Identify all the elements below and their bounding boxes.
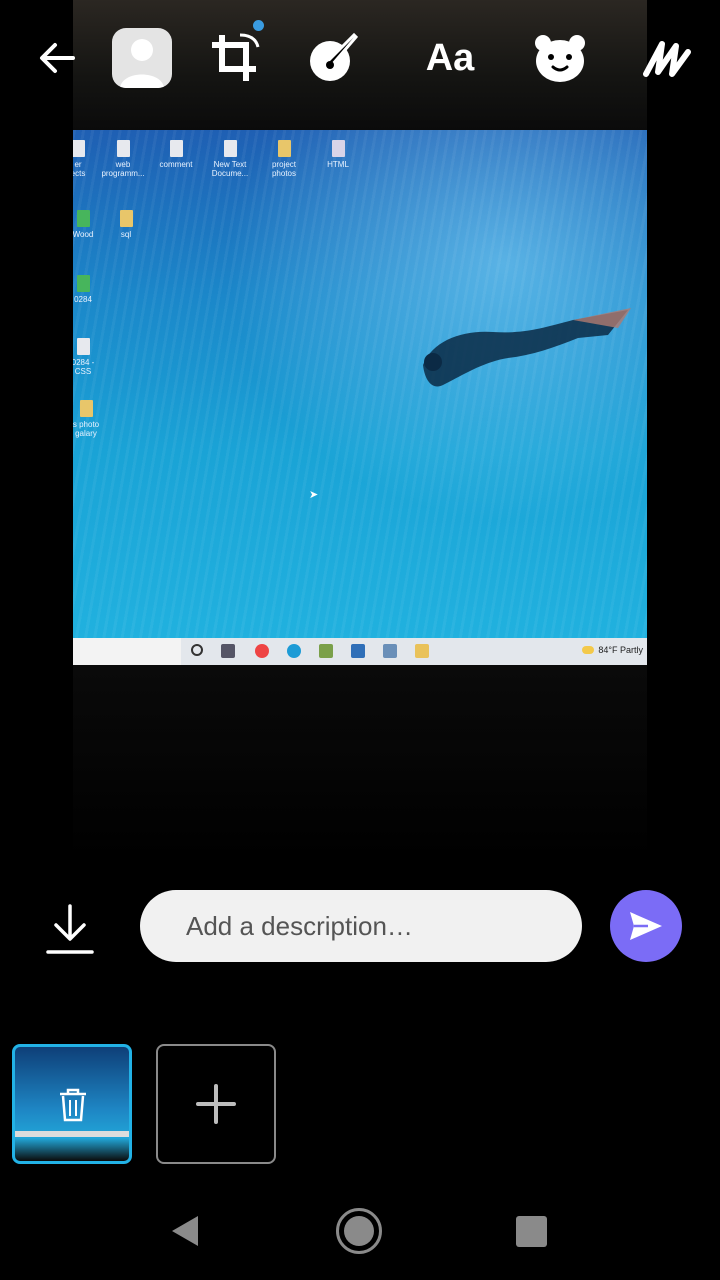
- paint-button[interactable]: [305, 20, 365, 96]
- text-icon: Aa: [425, 36, 475, 79]
- back-arrow-icon: [40, 43, 75, 73]
- nav-recents-icon[interactable]: [516, 1216, 547, 1247]
- taskbar-search: [73, 638, 181, 665]
- chrome-icon: [255, 644, 269, 658]
- desktop-icon: 0284: [73, 275, 118, 304]
- send-icon: [630, 912, 662, 940]
- file-explorer-icon: [415, 644, 429, 658]
- taskbar-app-icon: [319, 644, 333, 658]
- crop-rotate-icon: [212, 33, 260, 81]
- notification-dot: [253, 20, 264, 31]
- draw-button[interactable]: [636, 20, 696, 96]
- selected-thumbnail[interactable]: [12, 1044, 132, 1164]
- send-button[interactable]: [610, 890, 682, 962]
- editor-toolbar: Aa: [0, 20, 720, 96]
- description-input[interactable]: Add a description…: [140, 890, 582, 962]
- desktop-icon: 0284 - CSS: [73, 338, 118, 376]
- add-media-button[interactable]: [156, 1044, 276, 1164]
- photo-preview: erects webprogramm... comment New TextDo…: [73, 0, 647, 860]
- download-button[interactable]: [44, 900, 96, 960]
- taskbar-app-icon: [351, 644, 365, 658]
- profile-icon: [112, 28, 172, 88]
- nav-home-icon[interactable]: [336, 1208, 382, 1254]
- monitor-screen: erects webprogramm... comment New TextDo…: [73, 130, 647, 665]
- draw-icon: [643, 41, 691, 77]
- trash-icon[interactable]: [56, 1087, 90, 1123]
- sticker-icon: [535, 35, 585, 82]
- windows-taskbar: 84°F Partly: [73, 638, 647, 665]
- download-icon: [46, 904, 94, 954]
- taskbar-weather: 84°F Partly: [582, 645, 643, 655]
- desktop-icon: sql: [91, 210, 161, 239]
- desktop-icon: HTML: [303, 140, 373, 169]
- nav-back-icon[interactable]: [168, 1214, 202, 1248]
- system-navigation-bar: [0, 1190, 720, 1280]
- taskbar-app-icon: [221, 644, 235, 658]
- view-once-button[interactable]: [110, 20, 174, 96]
- crop-rotate-button[interactable]: [200, 20, 270, 96]
- edge-icon: [287, 644, 301, 658]
- sticker-button[interactable]: [528, 20, 592, 96]
- text-button[interactable]: Aa: [415, 20, 485, 96]
- image-editor-screen: erects webprogramm... comment New TextDo…: [0, 0, 720, 1280]
- back-button[interactable]: [30, 20, 84, 96]
- mouse-cursor-icon: ➤: [309, 489, 319, 501]
- desktop-icon: s photo galary: [73, 400, 121, 438]
- weather-icon: [582, 646, 595, 654]
- diver-silhouette: [423, 308, 631, 387]
- photo-bottom-region: [73, 665, 647, 860]
- paint-icon: [310, 32, 359, 81]
- plus-icon: [196, 1084, 236, 1124]
- task-view-icon: [191, 644, 203, 656]
- taskbar-app-icon: [383, 644, 397, 658]
